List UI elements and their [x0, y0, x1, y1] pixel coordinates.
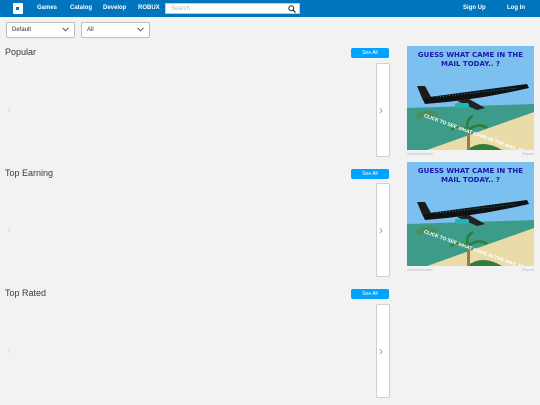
- chevron-right-icon: ›: [379, 223, 383, 237]
- chevron-right-icon: ›: [379, 344, 383, 358]
- see-all-button-popular[interactable]: See All: [351, 48, 389, 58]
- advertisement-banner[interactable]: GUESS WHAT CAME IN THE MAIL TODAY.. ? CL…: [407, 46, 534, 150]
- section-title-top-rated: Top Rated: [5, 288, 47, 298]
- search-input[interactable]: Search: [165, 3, 300, 14]
- nav-link-catalog[interactable]: Catalog: [70, 4, 92, 13]
- see-all-button-top-rated[interactable]: See All: [351, 289, 389, 299]
- ad-label: Advertisement: [407, 267, 433, 272]
- ad-report-link[interactable]: Report: [522, 151, 534, 157]
- ad-headline: GUESS WHAT CAME IN THE MAIL TODAY.. ?: [417, 51, 524, 68]
- carousel-next-button[interactable]: ›: [376, 304, 390, 398]
- chevron-down-icon: [137, 27, 144, 32]
- sort-dropdown[interactable]: Default: [6, 22, 75, 38]
- signup-link[interactable]: Sign Up: [463, 4, 486, 13]
- chevron-left-icon: ‹: [7, 102, 11, 116]
- nav-link-games[interactable]: Games: [37, 4, 57, 13]
- carousel-next-button[interactable]: ›: [376, 183, 390, 277]
- genre-dropdown[interactable]: All: [81, 22, 150, 38]
- nav-link-develop[interactable]: Develop: [103, 4, 126, 13]
- genre-dropdown-value: All: [87, 27, 94, 33]
- section-title-top-earning: Top Earning: [5, 168, 54, 178]
- ad-footer: Advertisement Report: [407, 267, 534, 273]
- ad-headline: GUESS WHAT CAME IN THE MAIL TODAY.. ?: [417, 167, 524, 184]
- nav-link-robux[interactable]: ROBUX: [138, 4, 160, 13]
- roblox-logo[interactable]: [13, 3, 23, 14]
- advertisement-banner[interactable]: GUESS WHAT CAME IN THE MAIL TODAY.. ? CL…: [407, 162, 534, 266]
- ad-footer: Advertisement Report: [407, 151, 534, 157]
- games-carousel-top-rated: ‹ ›: [5, 304, 390, 398]
- ad-report-link[interactable]: Report: [522, 267, 534, 273]
- games-carousel-top-earning: ‹ ›: [5, 183, 390, 277]
- sort-dropdown-value: Default: [12, 27, 32, 33]
- see-all-button-top-earning[interactable]: See All: [351, 169, 389, 179]
- section-title-popular: Popular: [5, 47, 37, 57]
- carousel-prev-button[interactable]: ‹: [5, 304, 17, 398]
- carousel-prev-button[interactable]: ‹: [5, 63, 17, 157]
- ad-label: Advertisement: [407, 151, 433, 156]
- top-navigation-bar: Games Catalog Develop ROBUX Search Sign …: [0, 0, 540, 17]
- games-carousel-popular: ‹ ›: [5, 63, 390, 157]
- chevron-left-icon: ‹: [7, 343, 11, 357]
- carousel-next-button[interactable]: ›: [376, 63, 390, 157]
- chevron-down-icon: [62, 27, 69, 32]
- login-link[interactable]: Log In: [507, 4, 525, 13]
- carousel-prev-button[interactable]: ‹: [5, 183, 17, 277]
- chevron-right-icon: ›: [379, 103, 383, 117]
- search-icon[interactable]: [288, 5, 296, 13]
- search-placeholder: Search: [171, 6, 191, 12]
- chevron-left-icon: ‹: [7, 222, 11, 236]
